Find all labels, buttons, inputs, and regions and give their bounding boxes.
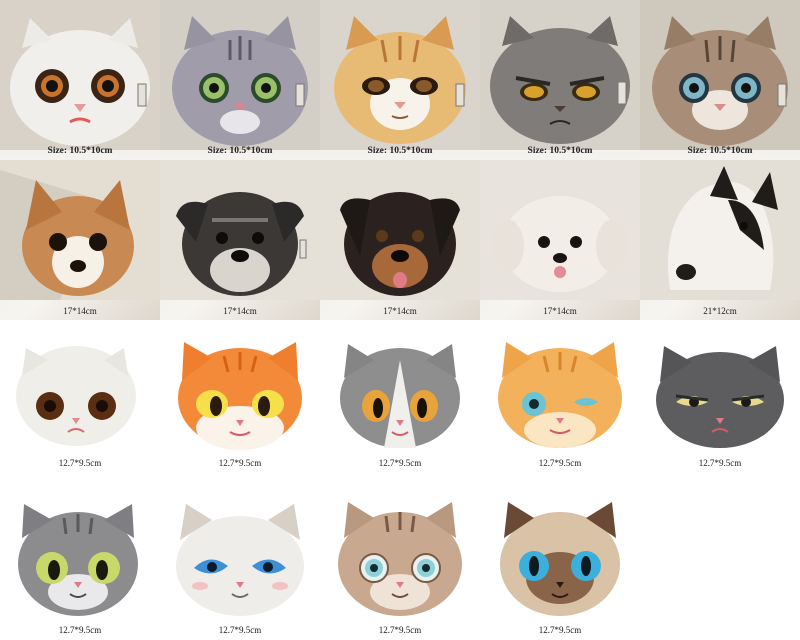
- product-cartoon-tan-tabby-cat-purse[interactable]: 12.7*9.5cm: [480, 320, 640, 470]
- size-caption: 21*12cm: [703, 306, 737, 316]
- row-realistic-dogs: 17*14cm 17*14cm 17*14cm 17*14cm 21*12cm: [0, 160, 800, 320]
- cartoon-grey-cat-illustration: [340, 344, 460, 448]
- size-caption: 12.7*9.5cm: [538, 625, 582, 635]
- product-chihuahua-purse[interactable]: 17*14cm: [0, 160, 160, 320]
- white-cat-face-illustration: [0, 0, 160, 150]
- cartoon-beige-tabby-cat-illustration: [338, 502, 462, 616]
- product-photo-grid: Size: 10.5*10cm Size: 10.5*10cm Size: 10…: [0, 0, 800, 640]
- product-white-persian-cat-purse[interactable]: Size: 10.5*10cm: [0, 0, 160, 160]
- product-orange-tabby-cat-purse[interactable]: Size: 10.5*10cm: [320, 0, 480, 160]
- schnauzer-face-illustration: [160, 160, 320, 300]
- size-caption: 17*14cm: [543, 306, 577, 316]
- product-cartoon-beige-tabby-cat-purse[interactable]: 12.7*9.5cm: [320, 470, 480, 640]
- orange-tabby-cat-face-illustration: [320, 0, 480, 150]
- grey-tabby-cat-face-illustration: [160, 0, 320, 150]
- size-caption: 12.7*9.5cm: [378, 625, 422, 635]
- size-caption: 12.7*9.5cm: [378, 458, 422, 468]
- size-caption: 12.7*9.5cm: [58, 625, 102, 635]
- size-caption: 17*14cm: [383, 306, 417, 316]
- size-caption: Size: 10.5*10cm: [367, 146, 433, 156]
- cartoon-orange-cat-illustration: [178, 342, 302, 450]
- product-schnauzer-purse[interactable]: 17*14cm: [160, 160, 320, 320]
- product-brown-tabby-cat-purse[interactable]: Size: 10.5*10cm: [640, 0, 800, 160]
- size-caption: 17*14cm: [63, 306, 97, 316]
- size-caption: 17*14cm: [223, 306, 257, 316]
- cartoon-dark-grey-cat-illustration: [656, 346, 784, 448]
- product-grey-persian-cat-purse[interactable]: Size: 10.5*10cm: [480, 0, 640, 160]
- size-caption: Size: 10.5*10cm: [687, 146, 753, 156]
- product-bichon-purse[interactable]: 17*14cm: [480, 160, 640, 320]
- grey-persian-cat-face-illustration: [480, 0, 640, 150]
- bichon-face-illustration: [480, 160, 640, 300]
- product-cartoon-orange-cat-purse[interactable]: 12.7*9.5cm: [160, 320, 320, 470]
- size-caption: Size: 10.5*10cm: [47, 146, 113, 156]
- product-bull-terrier-purse[interactable]: 21*12cm: [640, 160, 800, 320]
- row-realistic-cats: Size: 10.5*10cm Size: 10.5*10cm Size: 10…: [0, 0, 800, 160]
- size-caption: 12.7*9.5cm: [218, 458, 262, 468]
- size-caption: Size: 10.5*10cm: [527, 146, 593, 156]
- product-cartoon-dark-grey-cat-purse[interactable]: 12.7*9.5cm: [640, 320, 800, 470]
- product-cartoon-white-cat-purse[interactable]: 12.7*9.5cm: [0, 320, 160, 470]
- product-grey-tabby-cat-purse[interactable]: Size: 10.5*10cm: [160, 0, 320, 160]
- size-caption: 12.7*9.5cm: [218, 625, 262, 635]
- product-cartoon-grey-tabby-cat-purse[interactable]: 12.7*9.5cm: [0, 470, 160, 640]
- rottweiler-face-illustration: [320, 160, 480, 300]
- cartoon-tan-tabby-cat-illustration: [498, 342, 622, 448]
- size-caption: 12.7*9.5cm: [58, 458, 102, 468]
- size-caption: 12.7*9.5cm: [538, 458, 582, 468]
- empty-grid-cell: [640, 470, 800, 640]
- size-caption: 12.7*9.5cm: [698, 458, 742, 468]
- cartoon-white-blue-eye-cat-illustration: [176, 504, 304, 616]
- bull-terrier-face-illustration: [640, 160, 800, 300]
- product-cartoon-grey-cat-purse[interactable]: 12.7*9.5cm: [320, 320, 480, 470]
- cartoon-siamese-cat-illustration: [500, 502, 620, 616]
- size-caption: Size: 10.5*10cm: [207, 146, 273, 156]
- row-cartoon-cats-a: 12.7*9.5cm 12.7*9.5cm 12.7*9.5cm 12.7*9.…: [0, 320, 800, 470]
- product-rottweiler-purse[interactable]: 17*14cm: [320, 160, 480, 320]
- cartoon-grey-tabby-cat-illustration: [18, 504, 138, 616]
- product-cartoon-white-blue-eye-cat-purse[interactable]: 12.7*9.5cm: [160, 470, 320, 640]
- chihuahua-face-illustration: [0, 160, 160, 300]
- product-cartoon-siamese-cat-purse[interactable]: 12.7*9.5cm: [480, 470, 640, 640]
- cartoon-white-cat-illustration: [16, 346, 136, 446]
- row-cartoon-cats-b: 12.7*9.5cm 12.7*9.5cm 12.7*9.5cm 12.7*9.…: [0, 470, 800, 640]
- brown-tabby-cat-face-illustration: [640, 0, 800, 150]
